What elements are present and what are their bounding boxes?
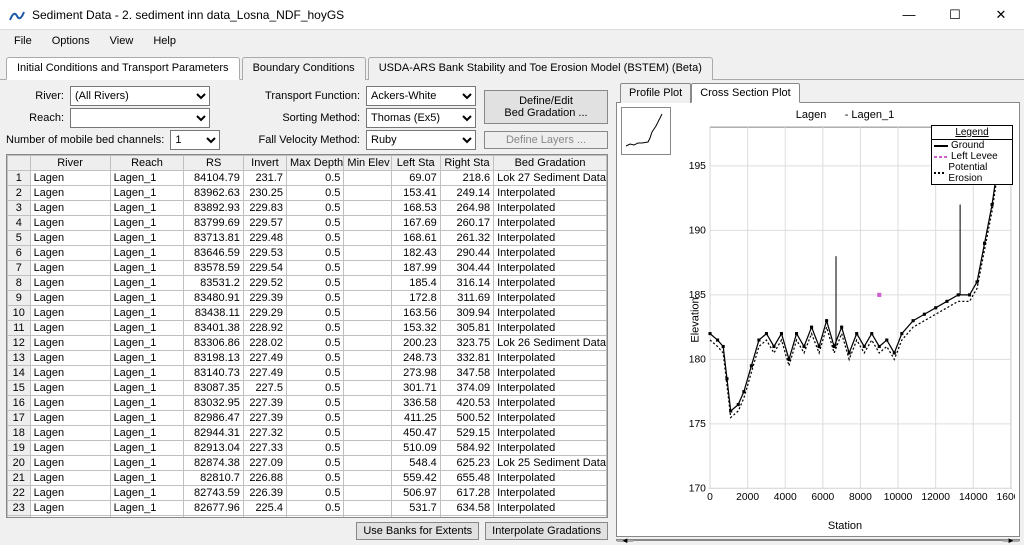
reach-label: Reach: [6, 112, 64, 124]
maximize-button[interactable]: ☐ [932, 0, 978, 30]
table-row[interactable]: 7LagenLagen_183578.59229.540.5187.99304.… [8, 261, 607, 276]
col-header[interactable]: River [30, 156, 110, 171]
table-row[interactable]: 19LagenLagen_182913.04227.330.5510.09584… [8, 441, 607, 456]
plot-area: Lagen - Lagen_1 0 2000 4000 6000 8000 10000 12… [616, 103, 1020, 537]
tab-initial-conditions[interactable]: Initial Conditions and Transport Paramet… [6, 57, 240, 80]
svg-text:10000: 10000 [884, 492, 913, 503]
table-row[interactable]: 2LagenLagen_183962.63230.250.5153.41249.… [8, 186, 607, 201]
col-header[interactable]: Max Depth [286, 156, 343, 171]
table-row[interactable]: 22LagenLagen_182743.59226.390.5506.97617… [8, 486, 607, 501]
svg-text:190: 190 [689, 225, 706, 236]
sorting-label: Sorting Method: [240, 112, 360, 124]
svg-text:180: 180 [689, 354, 706, 365]
use-banks-button[interactable]: Use Banks for Extents [356, 522, 479, 540]
table-row[interactable]: 24LagenLagen_182569.95224.870.5567.01630… [8, 516, 607, 518]
col-header[interactable]: Left Sta [391, 156, 440, 171]
table-row[interactable]: 9LagenLagen_183480.91229.390.5172.8311.6… [8, 291, 607, 306]
table-row[interactable]: 10LagenLagen_183438.11229.290.5163.56309… [8, 306, 607, 321]
svg-text:6000: 6000 [811, 492, 834, 503]
svg-text:2000: 2000 [736, 492, 759, 503]
table-row[interactable]: 13LagenLagen_183198.13227.490.5248.73332… [8, 351, 607, 366]
legend-ground: Ground [951, 140, 984, 151]
svg-text:4000: 4000 [774, 492, 797, 503]
menu-help[interactable]: Help [143, 32, 186, 50]
svg-text:12000: 12000 [921, 492, 950, 503]
reach-select[interactable] [70, 108, 210, 128]
table-row[interactable]: 16LagenLagen_183032.95227.390.5336.58420… [8, 396, 607, 411]
svg-text:175: 175 [689, 419, 706, 430]
close-button[interactable]: ✕ [978, 0, 1024, 30]
table-row[interactable]: 8LagenLagen_183531.2229.520.5185.4316.14… [8, 276, 607, 291]
plot-thumbnail[interactable] [621, 107, 671, 155]
table-row[interactable]: 18LagenLagen_182944.31227.320.5450.47529… [8, 426, 607, 441]
fallvel-select[interactable]: Ruby [366, 130, 476, 150]
tab-boundary-conditions[interactable]: Boundary Conditions [242, 57, 366, 80]
sorting-select[interactable]: Thomas (Ex5) [366, 108, 476, 128]
river-label: River: [6, 90, 64, 102]
left-pane: River: (All Rivers) Transport Function: … [0, 80, 614, 544]
define-bed-gradation-button[interactable]: Define/Edit Bed Gradation ... [484, 90, 608, 124]
interpolate-gradations-button[interactable]: Interpolate Gradations [485, 522, 608, 540]
menubar: File Options View Help [0, 30, 1024, 52]
window-controls: — ☐ ✕ [886, 0, 1024, 30]
legend-potential-erosion: Potential Erosion [948, 162, 1010, 184]
data-grid[interactable]: RiverReachRSInvertMax DepthMin ElevLeft … [6, 154, 608, 518]
col-header[interactable]: Min Elev [344, 156, 391, 171]
svg-text:195: 195 [689, 161, 706, 172]
svg-text:8000: 8000 [849, 492, 872, 503]
table-row[interactable]: 12LagenLagen_183306.86228.020.5200.23323… [8, 336, 607, 351]
fallvel-label: Fall Velocity Method: [240, 134, 360, 146]
plot-body[interactable]: 0 2000 4000 6000 8000 10000 12000 14000 16000 170… [675, 123, 1015, 518]
define-layers-button[interactable]: Define Layers ... [484, 131, 608, 149]
table-row[interactable]: 5LagenLagen_183713.81229.480.5168.61261.… [8, 231, 607, 246]
tab-cross-section-plot[interactable]: Cross Section Plot [691, 83, 799, 103]
svg-text:170: 170 [689, 484, 706, 495]
col-header[interactable] [8, 156, 31, 171]
table-row[interactable]: 4LagenLagen_183799.69229.570.5167.69260.… [8, 216, 607, 231]
right-pane: Profile Plot Cross Section Plot Lagen - … [614, 80, 1024, 544]
table-row[interactable]: 3LagenLagen_183892.93229.830.5168.53264.… [8, 201, 607, 216]
svg-text:16000: 16000 [997, 492, 1015, 503]
menu-options[interactable]: Options [42, 32, 100, 50]
legend-title: Legend [932, 126, 1012, 140]
mobile-label: Number of mobile bed channels: [6, 134, 164, 146]
river-select[interactable]: (All Rivers) [70, 86, 210, 106]
minimize-button[interactable]: — [886, 0, 932, 30]
mobile-select[interactable]: 1 [170, 130, 220, 150]
menu-file[interactable]: File [4, 32, 42, 50]
transport-select[interactable]: Ackers-White [366, 86, 476, 106]
menu-view[interactable]: View [100, 32, 144, 50]
col-header[interactable]: Reach [110, 156, 184, 171]
table-row[interactable]: 1LagenLagen_184104.79231.70.569.07218.6L… [8, 171, 607, 186]
table-row[interactable]: 6LagenLagen_183646.59229.530.5182.43290.… [8, 246, 607, 261]
table-row[interactable]: 20LagenLagen_182874.38227.090.5548.4625.… [8, 456, 607, 471]
col-header[interactable]: Right Sta [440, 156, 493, 171]
app-icon [8, 6, 26, 24]
table-row[interactable]: 21LagenLagen_182810.7226.880.5559.42655.… [8, 471, 607, 486]
col-header[interactable]: Bed Gradation [494, 156, 607, 171]
table-row[interactable]: 15LagenLagen_183087.35227.50.5301.71374.… [8, 381, 607, 396]
tab-profile-plot[interactable]: Profile Plot [620, 83, 691, 103]
col-header[interactable]: RS [184, 156, 243, 171]
plot-xlabel: Station [675, 518, 1015, 532]
legend-left-levee: Left Levee [951, 151, 998, 162]
table-row[interactable]: 17LagenLagen_182986.47227.390.5411.25500… [8, 411, 607, 426]
table-row[interactable]: 11LagenLagen_183401.38228.920.5153.32305… [8, 321, 607, 336]
legend: Legend Ground Left Levee Potential Erosi… [931, 125, 1013, 185]
plot-tabstrip: Profile Plot Cross Section Plot [616, 82, 1020, 103]
col-header[interactable]: Invert [243, 156, 286, 171]
window-title: Sediment Data - 2. sediment inn data_Los… [32, 8, 886, 22]
plot-title: Lagen - Lagen_1 [675, 107, 1015, 123]
svg-text:0: 0 [707, 492, 713, 503]
table-row[interactable]: 14LagenLagen_183140.73227.490.5273.98347… [8, 366, 607, 381]
tab-bstem[interactable]: USDA-ARS Bank Stability and Toe Erosion … [368, 57, 713, 80]
plot-hscrollbar[interactable] [616, 539, 1020, 541]
transport-label: Transport Function: [240, 90, 360, 102]
table-row[interactable]: 23LagenLagen_182677.96225.40.5531.7634.5… [8, 501, 607, 516]
plot-ylabel: Elevation [690, 298, 702, 343]
titlebar: Sediment Data - 2. sediment inn data_Los… [0, 0, 1024, 30]
svg-text:14000: 14000 [959, 492, 988, 503]
main-tabstrip: Initial Conditions and Transport Paramet… [0, 52, 1024, 80]
